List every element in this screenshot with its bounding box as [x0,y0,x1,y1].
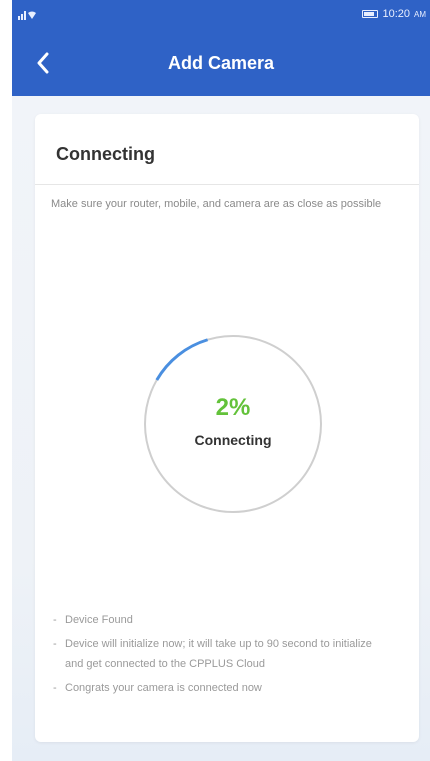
page-title: Add Camera [167,53,275,73]
back-button[interactable] [30,48,56,78]
hint-text: Make sure your router, mobile, and camer… [51,198,382,210]
progress-ring: 2% Connecting [141,332,325,516]
step-text: Congrats your camera is connected now [65,682,262,694]
battery-icon [362,10,379,18]
step-text: Device Found [65,614,133,626]
connecting-card: Connecting Make sure your router, mobile… [35,114,419,742]
progress-percent: 2% [215,394,251,421]
divider [35,184,419,185]
step-bullet: - [53,682,57,694]
steps-list: - Device Found - Device will initialize now… [51,610,381,702]
content-area: Connecting Make sure your router, mobile… [12,96,430,761]
card-title: Connecting [56,144,155,164]
step-item: - Device will initialize now; it will tak… [51,634,381,674]
step-item: - Device Found [51,610,381,630]
status-am-pm: AM [414,9,426,19]
chevron-left-icon [37,52,49,74]
progress-label: Connecting [194,432,272,448]
step-text: Device will initialize now; it will take… [65,638,372,670]
status-bar: 10:20 AM [12,0,430,30]
app-bar: Add Camera [12,30,430,96]
progress-fill [143,334,323,514]
signal-icon [18,8,44,23]
status-time: 10:20 [382,8,410,20]
step-item: - Congrats your camera is connected now [51,678,381,698]
step-bullet: - [53,638,57,650]
step-bullet: - [53,614,57,626]
